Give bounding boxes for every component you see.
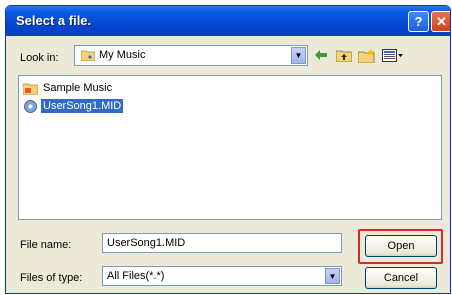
my-music-folder-icon (81, 50, 95, 61)
list-item-label: UserSong1.MID (41, 99, 124, 113)
views-menu-icon[interactable] (381, 46, 405, 64)
look-in-value: My Music (99, 49, 146, 61)
new-folder-icon[interactable] (357, 46, 377, 64)
file-name-value: UserSong1.MID (107, 237, 186, 249)
cancel-button[interactable]: Cancel (365, 267, 437, 289)
list-item-usersong1[interactable]: UserSong1.MID (23, 98, 124, 114)
file-name-label: File name: (20, 239, 72, 251)
open-button-label: Open (387, 240, 415, 252)
list-item-label: Sample Music (43, 82, 113, 94)
file-dialog: Select a file. ? ✕ Look in: My Music ▼ S… (5, 5, 451, 294)
file-list[interactable]: Sample Music UserSong1.MID (18, 75, 442, 220)
help-icon: ? (414, 14, 423, 29)
files-of-type-value: All Files(*.*) (107, 270, 165, 282)
close-icon: ✕ (436, 13, 447, 29)
look-in-dropdown[interactable]: My Music ▼ (74, 45, 308, 66)
title-bar[interactable]: Select a file. ? ✕ (6, 6, 450, 36)
midi-file-icon (24, 99, 37, 113)
back-arrow-icon[interactable] (313, 46, 329, 64)
open-button[interactable]: Open (365, 235, 437, 257)
dialog-title: Select a file. (16, 13, 92, 28)
cancel-button-label: Cancel (383, 272, 419, 284)
files-of-type-label: Files of type: (20, 272, 83, 284)
close-button[interactable]: ✕ (431, 11, 450, 32)
files-of-type-dropdown[interactable]: All Files(*.*) ▼ (102, 266, 342, 286)
folder-icon (23, 83, 38, 95)
chevron-down-icon[interactable]: ▼ (291, 47, 306, 64)
up-folder-icon[interactable] (335, 46, 353, 64)
file-name-input[interactable]: UserSong1.MID (102, 233, 342, 253)
look-in-label: Look in: (20, 52, 59, 64)
list-item-sample-music[interactable]: Sample Music (23, 80, 114, 96)
chevron-down-icon[interactable]: ▼ (325, 268, 340, 284)
help-button[interactable]: ? (408, 11, 429, 32)
